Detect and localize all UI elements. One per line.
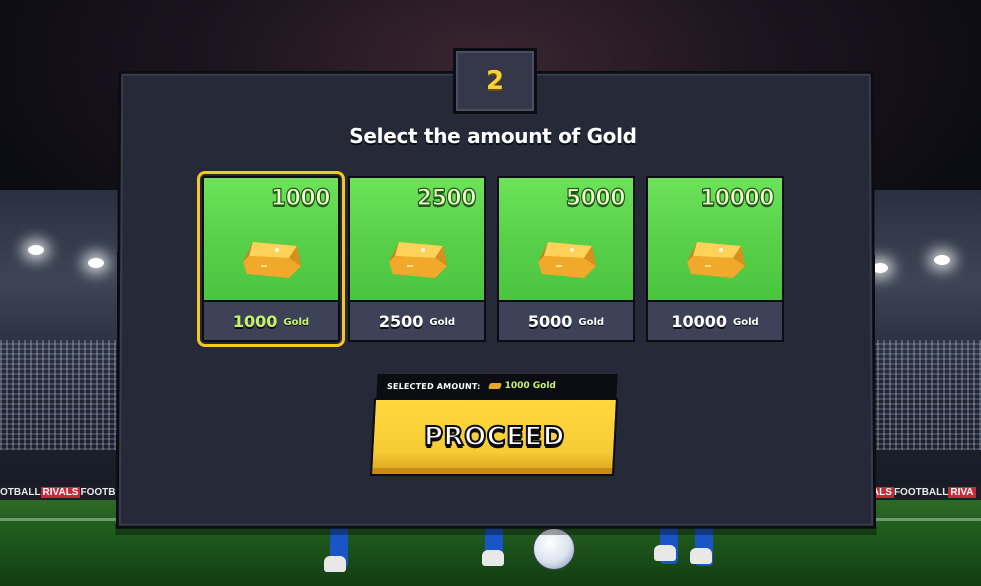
card-art: 2500 bbox=[350, 178, 484, 302]
dialog-title: Select the amount of Gold bbox=[349, 124, 637, 148]
player-boot bbox=[324, 556, 346, 572]
player-boot bbox=[654, 545, 676, 561]
option-label-amount: 1000 bbox=[232, 311, 278, 331]
option-amount: 1000 bbox=[270, 185, 331, 211]
gold-bar-icon bbox=[687, 242, 745, 278]
option-amount: 5000 bbox=[565, 185, 626, 211]
proceed-label: PROCEED bbox=[423, 421, 566, 453]
selected-amount-value: 1000 Gold bbox=[487, 381, 557, 391]
gold-option-2500[interactable]: 2500 2500 Gold bbox=[348, 176, 486, 342]
gold-bar-icon bbox=[487, 383, 502, 389]
gold-option-5000[interactable]: 5000 5000 Gold bbox=[497, 176, 635, 342]
card-label: 2500 Gold bbox=[350, 302, 484, 340]
option-label-amount: 10000 bbox=[671, 311, 727, 331]
card-label: 10000 Gold bbox=[648, 302, 782, 340]
step-number: 2 bbox=[485, 66, 505, 96]
floodlight bbox=[88, 258, 104, 268]
gold-option-10000[interactable]: 10000 10000 Gold bbox=[646, 176, 784, 342]
floodlight bbox=[28, 245, 44, 255]
football bbox=[533, 528, 575, 570]
card-art: 10000 bbox=[648, 178, 782, 302]
step-indicator: 2 bbox=[453, 48, 537, 114]
floodlight bbox=[934, 255, 950, 265]
gold-bar-icon bbox=[538, 242, 596, 278]
gold-option-1000[interactable]: 1000 1000 Gold bbox=[197, 171, 345, 347]
player-boot bbox=[482, 550, 504, 566]
option-label-unit: Gold bbox=[429, 317, 456, 328]
gold-bar-icon bbox=[389, 242, 447, 278]
selected-amount-label: SELECTED AMOUNT: bbox=[386, 381, 481, 391]
card-label: 1000 Gold bbox=[204, 302, 338, 340]
gold-bar-icon bbox=[243, 242, 301, 278]
option-label-unit: Gold bbox=[733, 317, 759, 328]
player-boot bbox=[690, 548, 712, 564]
option-label-unit: Gold bbox=[283, 317, 310, 328]
option-amount: 10000 bbox=[699, 185, 775, 211]
card-art: 5000 bbox=[499, 178, 633, 302]
card-art: 1000 bbox=[204, 178, 338, 302]
ad-board-left: OTBALL RIVALS FOOTB bbox=[0, 486, 118, 500]
option-amount: 2500 bbox=[416, 185, 477, 211]
proceed-button[interactable]: PROCEED bbox=[369, 398, 619, 476]
selected-amount-strip: SELECTED AMOUNT: 1000 Gold bbox=[376, 374, 618, 398]
card-label: 5000 Gold bbox=[499, 302, 633, 340]
option-label-amount: 2500 bbox=[378, 311, 424, 331]
option-label-amount: 5000 bbox=[527, 311, 573, 331]
option-label-unit: Gold bbox=[578, 317, 605, 328]
selected-amount-text: 1000 Gold bbox=[504, 381, 557, 391]
